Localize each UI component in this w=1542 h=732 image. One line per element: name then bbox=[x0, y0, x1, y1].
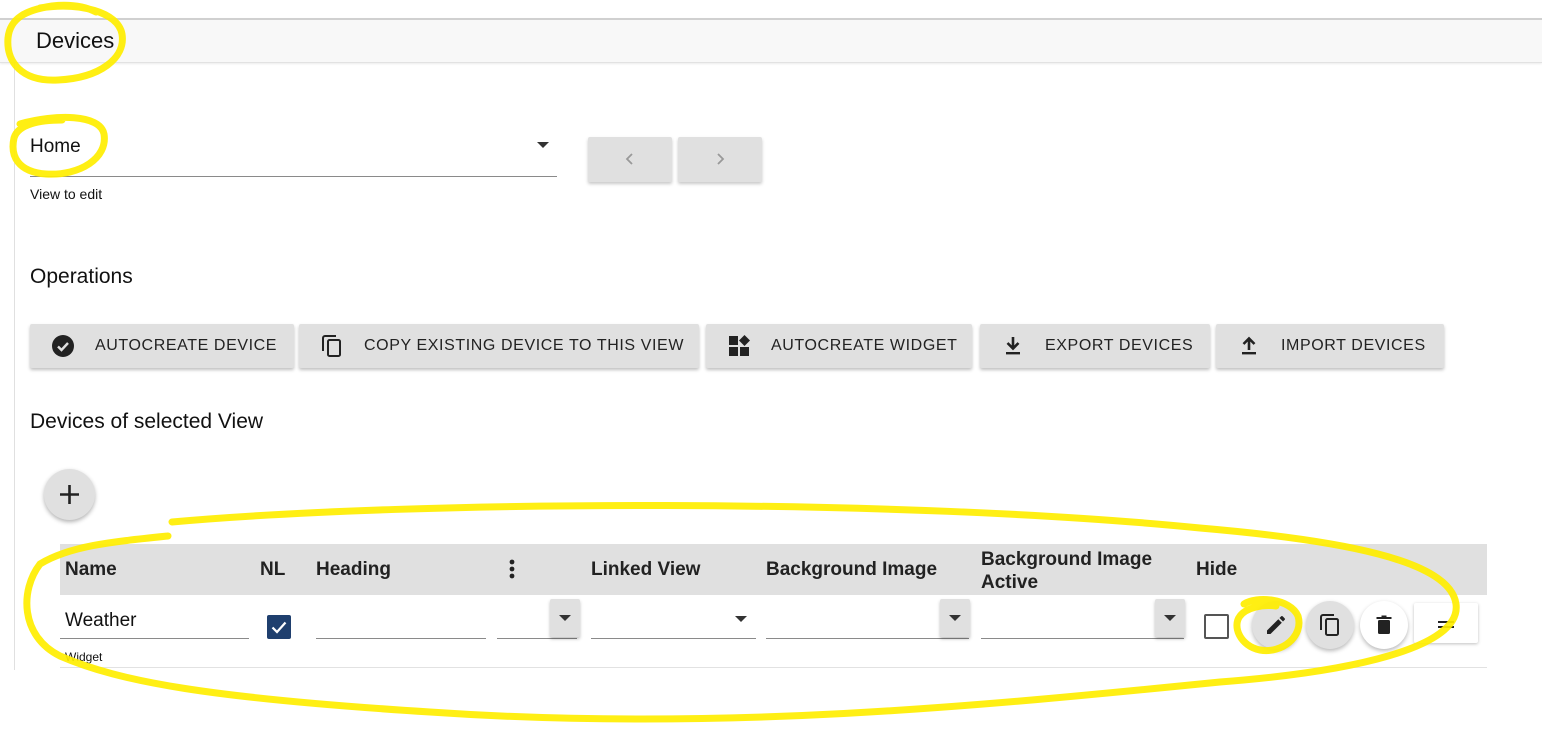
row-divider bbox=[60, 667, 1487, 668]
export-devices-label: EXPORT DEVICES bbox=[1045, 337, 1194, 354]
copy-existing-device-label: COPY EXISTING DEVICE TO THIS VIEW bbox=[364, 337, 685, 354]
copy-icon bbox=[320, 334, 344, 358]
background-image-active-select[interactable] bbox=[981, 598, 1184, 639]
view-select[interactable]: Home bbox=[30, 128, 557, 177]
column-header-background-image: Background Image bbox=[766, 559, 938, 580]
autocreate-device-label: AUTOCREATE DEVICE bbox=[95, 337, 278, 354]
left-divider bbox=[14, 62, 15, 670]
chevron-down-icon bbox=[537, 142, 549, 148]
operations-heading: Operations bbox=[30, 265, 133, 288]
page-title: Devices bbox=[36, 28, 115, 53]
chevron-down-icon bbox=[735, 616, 747, 622]
check-icon bbox=[271, 621, 287, 634]
device-name-field[interactable]: Weather bbox=[60, 598, 249, 639]
device-type-label: Widget bbox=[65, 650, 103, 664]
more-vert-icon[interactable] bbox=[504, 557, 520, 583]
row-menu-dropdown-button[interactable] bbox=[550, 599, 580, 637]
devices-heading: Devices of selected View bbox=[30, 410, 264, 433]
chevron-down-icon bbox=[949, 615, 961, 621]
copy-existing-device-button[interactable]: COPY EXISTING DEVICE TO THIS VIEW bbox=[299, 324, 699, 368]
drag-handle-icon bbox=[1438, 621, 1454, 623]
view-select-value: Home bbox=[30, 136, 81, 157]
column-header-name: Name bbox=[65, 559, 117, 580]
background-image-dropdown-button[interactable] bbox=[940, 599, 970, 637]
background-image-active-dropdown-button[interactable] bbox=[1155, 599, 1185, 637]
chevron-down-icon bbox=[559, 615, 571, 621]
check-circle-icon bbox=[51, 334, 75, 358]
column-header-background-image-active: Background Image Active bbox=[981, 549, 1153, 593]
upload-icon bbox=[1237, 334, 1261, 358]
delete-device-button[interactable] bbox=[1360, 601, 1408, 649]
add-device-button[interactable] bbox=[44, 469, 95, 520]
prev-view-button[interactable] bbox=[588, 137, 672, 182]
edit-icon bbox=[1267, 616, 1285, 634]
autocreate-widget-label: AUTOCREATE WIDGET bbox=[771, 337, 958, 354]
edit-device-button[interactable] bbox=[1252, 601, 1300, 649]
delete-icon bbox=[1376, 615, 1392, 634]
background-image-select[interactable] bbox=[766, 598, 969, 639]
view-select-helper: View to edit bbox=[30, 186, 103, 202]
column-header-heading: Heading bbox=[316, 559, 391, 580]
import-devices-button[interactable]: IMPORT DEVICES bbox=[1216, 324, 1444, 368]
heading-field[interactable] bbox=[316, 598, 486, 639]
column-header-hide: Hide bbox=[1196, 559, 1238, 580]
column-header-nl: NL bbox=[260, 559, 286, 580]
copy-icon bbox=[1320, 614, 1339, 636]
column-header-linked-view: Linked View bbox=[591, 559, 701, 580]
device-name-value: Weather bbox=[65, 610, 137, 631]
plus-icon bbox=[60, 485, 79, 504]
export-devices-button[interactable]: EXPORT DEVICES bbox=[980, 324, 1210, 368]
next-view-button[interactable] bbox=[678, 137, 762, 182]
app-bar: Devices bbox=[0, 18, 1542, 63]
chevron-down-icon bbox=[1164, 615, 1176, 621]
download-icon bbox=[1001, 334, 1025, 358]
linked-view-select[interactable] bbox=[591, 598, 756, 639]
hide-checkbox[interactable] bbox=[1204, 614, 1229, 639]
autocreate-widget-button[interactable]: AUTOCREATE WIDGET bbox=[706, 324, 972, 368]
chevron-left-icon bbox=[625, 153, 633, 165]
copy-device-button[interactable] bbox=[1306, 601, 1354, 649]
widgets-icon bbox=[727, 334, 751, 358]
chevron-right-icon bbox=[717, 153, 725, 165]
import-devices-label: IMPORT DEVICES bbox=[1281, 337, 1426, 354]
autocreate-device-button[interactable]: AUTOCREATE DEVICE bbox=[30, 324, 294, 368]
nl-checkbox[interactable] bbox=[267, 615, 291, 639]
drag-handle-button[interactable] bbox=[1414, 603, 1478, 643]
